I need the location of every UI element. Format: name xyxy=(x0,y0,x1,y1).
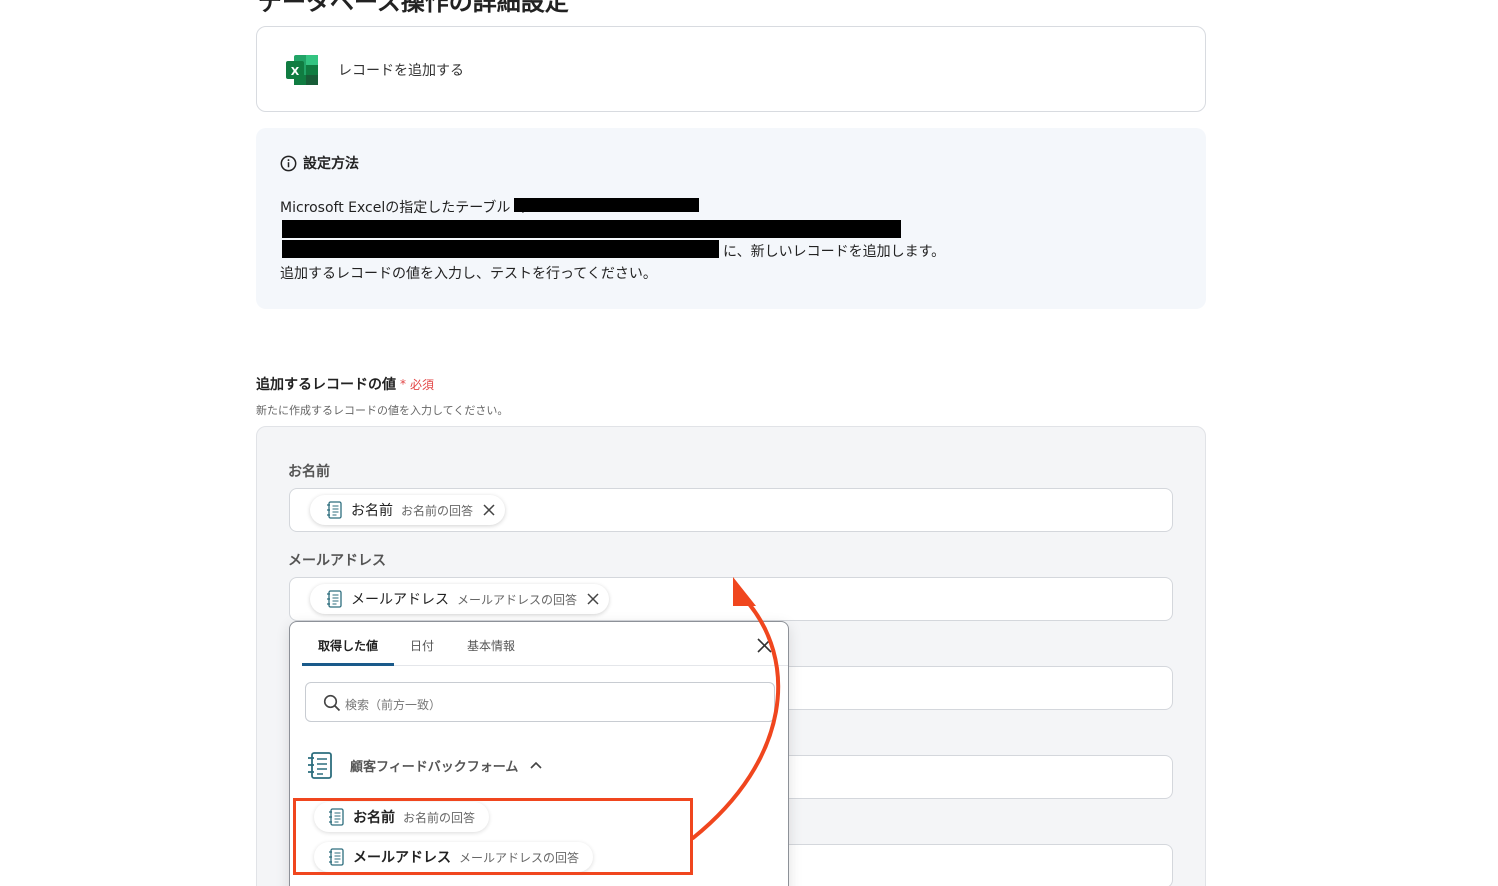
redaction-bar xyxy=(282,220,901,238)
search-icon xyxy=(323,694,341,712)
row-label-name: お名前 xyxy=(288,464,330,480)
group-name: 顧客フィードバックフォーム xyxy=(350,759,519,775)
info-box: 設定方法 Microsoft Excelの指定したテーブル（ に、新しいレコード… xyxy=(256,128,1206,309)
form-icon xyxy=(308,752,332,779)
required-label: 必須 xyxy=(410,377,435,392)
redaction-bar xyxy=(514,198,699,212)
form-icon xyxy=(327,590,342,608)
info-line-3: に、新しいレコードを追加します。 xyxy=(723,244,946,260)
field-title: 追加するレコードの値 * 必須 xyxy=(256,374,434,394)
close-icon[interactable] xyxy=(756,637,773,654)
required-mark: * xyxy=(400,377,406,391)
tab-date[interactable]: 日付 xyxy=(410,637,434,654)
tab-acquired-values[interactable]: 取得した値 xyxy=(318,637,378,654)
chevron-up-icon[interactable] xyxy=(530,761,542,769)
close-icon[interactable] xyxy=(587,593,599,605)
close-icon[interactable] xyxy=(483,504,495,516)
chip-name: メールアドレス xyxy=(351,592,449,608)
annotation-highlight-box xyxy=(293,798,693,875)
field-title-text: 追加するレコードの値 xyxy=(256,377,396,393)
value-chip[interactable]: お名前 お名前の回答 xyxy=(310,495,506,525)
svg-text:X: X xyxy=(291,65,300,78)
active-tab-indicator xyxy=(302,663,394,666)
info-line-1: Microsoft Excelの指定したテーブル（ xyxy=(280,200,525,216)
action-label: レコードを追加する xyxy=(338,63,464,79)
redaction-bar xyxy=(282,240,719,258)
excel-icon: X xyxy=(286,55,318,85)
search-input[interactable]: 検索（前方一致） xyxy=(305,682,775,722)
tab-basic-info[interactable]: 基本情報 xyxy=(467,637,515,654)
chip-desc: メールアドレスの回答 xyxy=(457,592,578,607)
group-header[interactable]: 顧客フィードバックフォーム xyxy=(306,750,542,780)
chip-desc: お名前の回答 xyxy=(401,503,474,518)
action-card[interactable]: X レコードを追加する xyxy=(256,26,1206,112)
email-input[interactable]: メールアドレス メールアドレスの回答 xyxy=(289,577,1173,621)
search-placeholder: 検索（前方一致） xyxy=(345,698,442,712)
row-label-email: メールアドレス xyxy=(288,553,386,569)
info-title: 設定方法 xyxy=(303,156,359,172)
chip-name: お名前 xyxy=(351,503,393,519)
popup-tabs: 取得した値 日付 基本情報 xyxy=(302,622,788,666)
page-title: データベース操作の詳細設定 xyxy=(258,0,569,16)
field-subtitle: 新たに作成するレコードの値を入力してください。 xyxy=(256,404,509,417)
form-icon xyxy=(327,501,342,519)
info-header: 設定方法 xyxy=(280,153,359,173)
info-icon xyxy=(280,155,297,171)
info-line-4: 追加するレコードの値を入力し、テストを行ってください。 xyxy=(280,266,657,282)
value-chip[interactable]: メールアドレス メールアドレスの回答 xyxy=(310,584,610,614)
name-input[interactable]: お名前 お名前の回答 xyxy=(289,488,1173,532)
